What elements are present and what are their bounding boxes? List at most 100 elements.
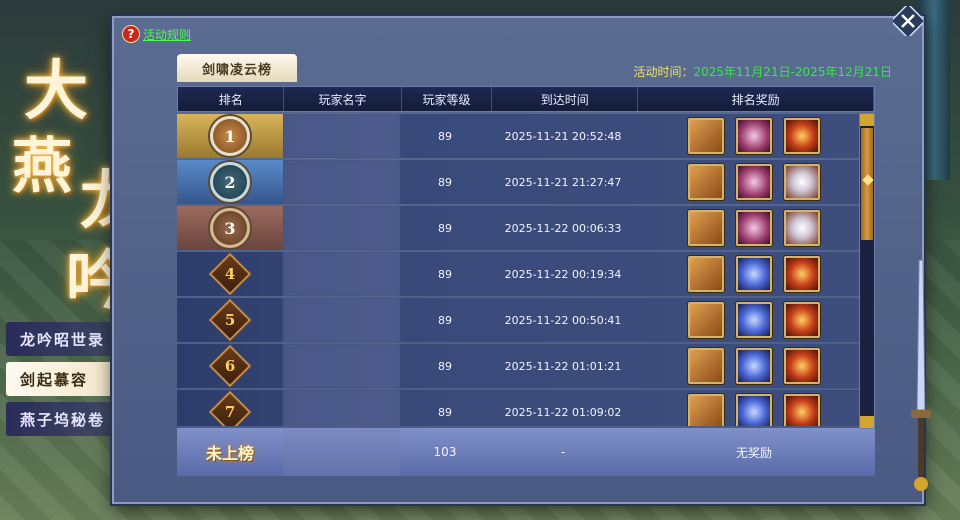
table-row: 2 89 2025-11-21 21:27:47 [177,160,875,204]
white-beast-icon[interactable] [784,164,820,200]
close-button[interactable] [889,2,927,40]
player-level: 89 [438,221,452,235]
arrival-time: 2025-11-22 01:01:21 [504,359,622,373]
scroll-icon[interactable] [688,348,724,384]
rank-cell: 2 [177,160,283,204]
player-level: 89 [438,359,452,373]
ranking-table: 排名 玩家名字 玩家等级 到达时间 排名奖励 1 89 2025-11-21 2… [177,86,875,476]
self-name-blurred [283,428,400,476]
side-menu-item-label: 燕子坞秘卷 [20,410,106,429]
side-menu-item-label: 龙吟昭世录 [20,330,106,349]
self-reward: 无奖励 [735,445,772,460]
rank-number: 6 [224,357,236,375]
rank-number: 5 [224,311,236,329]
red-orb-icon[interactable] [784,394,820,426]
table-row: 7 89 2025-11-22 01:09:02 [177,390,875,426]
header-rank-reward: 排名奖励 [638,87,874,111]
gold-medal-icon: 1 [210,116,250,156]
arrival-time: 2025-11-21 20:52:48 [504,129,622,143]
player-level: 89 [438,313,452,327]
rank-diamond-icon: 5 [208,298,252,342]
player-name-blurred [283,160,400,204]
bronze-medal-icon: 3 [210,208,250,248]
rank-cell: 1 [177,114,283,158]
red-orb-icon[interactable] [784,302,820,338]
rules-link-label: 活动规则 [143,27,192,42]
arrival-time: 2025-11-22 00:50:41 [504,313,622,327]
player-name-blurred [283,344,400,388]
blue-crystal-icon[interactable] [736,302,772,338]
rank-cell: 5 [177,298,283,342]
scroll-grip-icon [862,174,874,186]
rank-diamond-icon: 4 [208,252,252,296]
arrival-time: 2025-11-22 00:06:33 [504,221,622,235]
table-scrollbar[interactable] [859,113,875,429]
header-rank: 排名 [178,87,285,111]
title-char-2: 燕 [12,132,72,202]
tab-ranking[interactable]: 剑啸凌云榜 [177,54,297,82]
close-icon [889,2,927,40]
table-row: 1 89 2025-11-21 20:52:48 [177,114,875,158]
scroll-down-button[interactable] [860,416,874,428]
rank-diamond-icon: 6 [208,344,252,388]
reward-cell [636,344,872,388]
arrival-time: 2025-11-22 00:19:34 [504,267,622,281]
reward-cell [636,298,872,342]
scroll-icon[interactable] [688,302,724,338]
white-beast-icon[interactable] [784,210,820,246]
scroll-icon[interactable] [688,210,724,246]
player-level: 89 [438,405,452,419]
player-level: 89 [438,175,452,189]
scroll-icon[interactable] [688,394,724,426]
reward-cell [636,390,872,426]
player-name-blurred [283,206,400,250]
blue-crystal-icon[interactable] [736,348,772,384]
reward-cell [636,160,872,204]
blue-crystal-icon[interactable] [736,394,772,426]
reward-cell [636,206,872,250]
red-orb-icon[interactable] [784,256,820,292]
reward-cell [636,252,872,296]
question-icon: ? [122,25,140,43]
pink-orb-icon[interactable] [736,118,772,154]
red-orb-icon[interactable] [784,118,820,154]
reward-cell [636,114,872,158]
ranking-panel: ? 活动规则 剑啸凌云榜 活动时间：2025年11月21日-2025年12月21… [112,16,924,504]
header-arrival-time: 到达时间 [492,87,639,111]
table-row: 4 89 2025-11-22 00:19:34 [177,252,875,296]
scroll-icon[interactable] [688,256,724,292]
self-level: 103 [433,445,457,459]
blue-crystal-icon[interactable] [736,256,772,292]
pink-orb-icon[interactable] [736,164,772,200]
table-row: 6 89 2025-11-22 01:01:21 [177,344,875,388]
red-orb-icon[interactable] [784,348,820,384]
activity-time-label: 活动时间： [633,65,694,79]
player-name-blurred [283,252,400,296]
rank-cell: 3 [177,206,283,250]
side-menu-item-label: 剑起慕容 [20,370,89,389]
rank-diamond-icon: 7 [208,390,252,426]
activity-time: 活动时间：2025年11月21日-2025年12月21日 [633,63,892,80]
table-row: 5 89 2025-11-22 00:50:41 [177,298,875,342]
scroll-icon[interactable] [688,164,724,200]
header-player-name: 玩家名字 [284,87,402,111]
scroll-thumb[interactable] [861,128,874,240]
player-name-blurred [283,114,400,158]
rank-number: 4 [224,265,236,283]
rank-number: 7 [224,403,236,421]
table-row: 3 89 2025-11-22 00:06:33 [177,206,875,250]
activity-time-value: 2025年11月21日-2025年12月21日 [693,65,893,79]
rank-cell: 6 [177,344,283,388]
header-player-level: 玩家等级 [402,87,493,111]
pink-orb-icon[interactable] [736,210,772,246]
sword-decoration-icon [911,260,931,491]
scroll-icon[interactable] [688,118,724,154]
scroll-up-button[interactable] [860,114,874,126]
player-level: 89 [438,267,452,281]
silver-medal-icon: 2 [210,162,250,202]
self-arrival-time: - [560,445,566,459]
rank-cell: 7 [177,390,283,426]
self-rank-cell: 未上榜 [177,428,283,476]
self-rank-row: 未上榜 103 - 无奖励 [177,428,875,476]
rules-link[interactable]: ? 活动规则 [122,25,191,43]
